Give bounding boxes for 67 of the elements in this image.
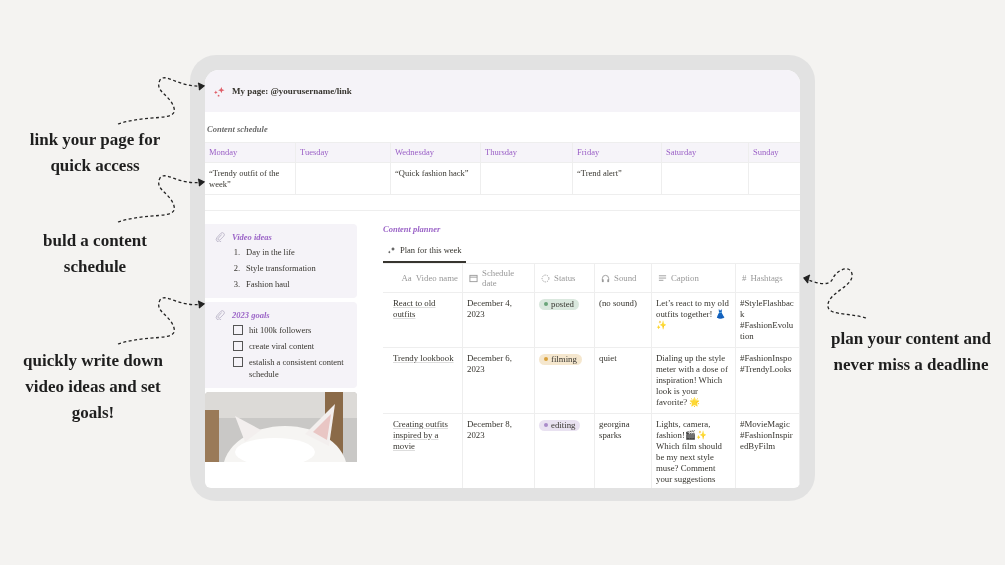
table-cell: #MovieMagic #FashionInspiredByFilm — [736, 414, 800, 488]
checkbox[interactable] — [233, 357, 243, 367]
list-item: Style transformation — [246, 262, 317, 274]
column-header: Hashtags — [750, 273, 783, 283]
column-header: Thursday — [481, 143, 573, 162]
list-number: 2. — [233, 262, 240, 274]
sparkle-icon — [387, 245, 396, 255]
paperclip-icon — [215, 232, 225, 242]
dashed-arrow — [803, 268, 867, 319]
list-item: Day in the life — [246, 246, 296, 258]
column-header: Friday — [573, 143, 662, 162]
card-title: 2023 goals — [232, 310, 270, 320]
checklist-item: create viral content — [249, 340, 316, 352]
list-number: 3. — [233, 278, 240, 290]
view-tab[interactable]: Plan for this week — [383, 242, 466, 263]
spinner-icon — [541, 273, 550, 283]
card-title: Video ideas — [232, 232, 272, 242]
column-header: Tuesday — [296, 143, 391, 162]
text-lines-icon — [658, 273, 667, 283]
table-cell: Lights, camera, fashion!🎬✨ Which film should be my next style muse? Comment your suggestions — [652, 414, 736, 488]
callout-text: quickly write down video ideas and set goals! — [22, 350, 164, 424]
table-cell: “Trendy outfit of the week” — [205, 162, 296, 194]
sparkle-icon — [213, 85, 226, 97]
column-header: Schedule date — [482, 268, 516, 288]
column-type-label: Aa — [401, 273, 412, 283]
status-label: filming — [551, 353, 577, 365]
column-header: Sunday — [749, 143, 800, 162]
table-cell: quiet — [595, 348, 652, 414]
table-cell: (no sound) — [595, 293, 652, 348]
section-title: Content planner — [383, 224, 442, 234]
callout-text: plan your content and never miss a deadline — [830, 328, 992, 376]
table-cell: December 8, 2023 — [463, 414, 535, 488]
checkbox[interactable] — [233, 325, 243, 335]
column-header: Status — [554, 273, 576, 283]
table-cell: Let’s react to my old outfits together! 👗✨ — [652, 293, 736, 348]
column-header: Sound — [614, 273, 637, 283]
column-header: Wednesday — [391, 143, 481, 162]
column-header: Video name — [415, 273, 458, 283]
callout-text: link your page for quick access — [28, 129, 162, 177]
table-cell: “Trend alert” — [573, 162, 662, 194]
checklist-item: hit 100k followers — [249, 324, 313, 336]
status-label: posted — [551, 298, 574, 310]
list-item: Fashion haul — [246, 278, 291, 290]
column-header: Saturday — [662, 143, 749, 162]
table-cell: Trendy lookbook — [383, 348, 463, 414]
column-type-label: # — [742, 273, 747, 283]
column-header: Monday — [205, 143, 296, 162]
callout-text: buld a content schedule — [42, 230, 148, 278]
table-cell: Creating outfits inspired by a movie — [383, 414, 463, 488]
table-cell: December 6, 2023 — [463, 348, 535, 414]
checklist-item: estalish a consistent content schedule — [249, 356, 345, 380]
table-cell: December 4, 2023 — [463, 293, 535, 348]
calendar-icon — [469, 273, 478, 283]
page-title[interactable]: My page: @yourusername/link — [232, 86, 352, 96]
table-cell: georgina sparks — [595, 414, 652, 488]
section-title: Content schedule — [207, 124, 269, 134]
table-cell: “Quick fashion hack” — [391, 162, 481, 194]
checkbox[interactable] — [233, 341, 243, 351]
paperclip-icon — [215, 310, 225, 320]
headphones-icon — [601, 273, 610, 283]
status-label: editing — [551, 419, 576, 431]
table-cell: React to old outfits — [383, 293, 463, 348]
table-cell: #FashionInspo #TrendyLooks — [736, 348, 800, 414]
table-cell: Dialing up the style meter with a dose of inspiration! Which look is your favorite? 🌟 — [652, 348, 736, 414]
list-number: 1. — [233, 246, 240, 258]
table-cell: #StyleFlashback #FashionEvolution — [736, 293, 800, 348]
column-header: Caption — [671, 273, 699, 283]
